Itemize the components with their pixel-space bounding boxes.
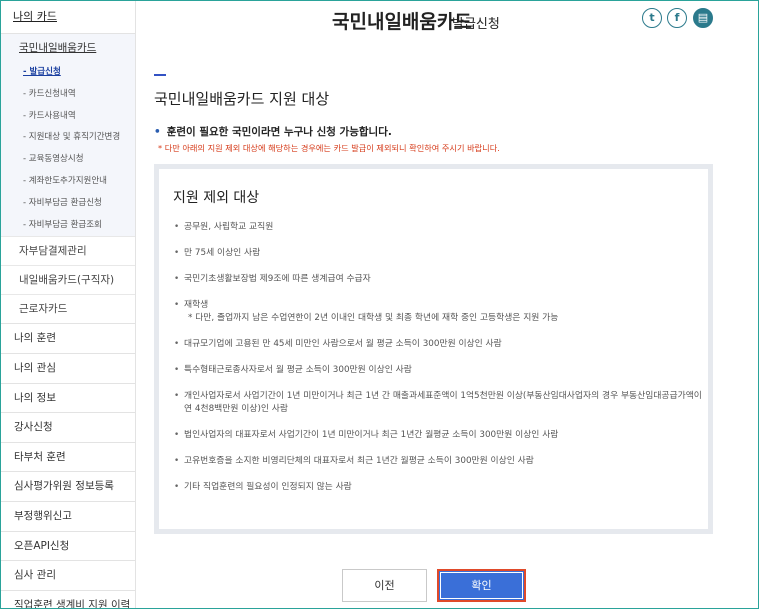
section-title: 국민내일배움카드 지원 대상 (154, 90, 330, 108)
sidebar-sub-item[interactable]: - 카드신청내역 (1, 84, 135, 106)
lead-text: • 훈련이 필요한 국민이라면 누구나 신청 가능합니다. (154, 124, 392, 139)
prev-button[interactable]: 이전 (342, 569, 427, 602)
bullet-icon: • (154, 126, 161, 138)
sidebar-item[interactable]: 부정행위신고 (1, 500, 135, 531)
page-title: 국민내일배움카드 (332, 11, 472, 33)
lead-text-content: 훈련이 필요한 국민이라면 누구나 신청 가능합니다. (166, 126, 392, 138)
sidebar-item[interactable]: 나의 훈련 (1, 323, 135, 353)
sidebar-item[interactable]: 직업훈련 생계비 지원 이력 (1, 589, 135, 609)
list-item-text: 공무원, 사립학교 교직원 (184, 222, 274, 232)
page-subtitle: 발급신청 (452, 17, 500, 32)
list-item-text: 대규모기업에 고용된 만 45세 미만인 사람으로서 월 평균 소득이 300만… (184, 339, 502, 349)
list-item: 국민기초생활보장법 제9조에 따른 생계급여 수급자 (174, 273, 704, 286)
sidebar-item[interactable]: 타부처 훈련 (1, 441, 135, 472)
list-item: 기타 직업훈련의 필요성이 인정되지 않는 사람 (174, 481, 704, 494)
sidebar-item[interactable]: 나의 정보 (1, 382, 135, 413)
list-item: 개인사업자로서 사업기간이 1년 미만이거나 최근 1년 간 매출과세표준액이 … (174, 390, 704, 416)
sidebar-item[interactable]: 오픈API신청 (1, 530, 135, 561)
sidebar-sub-item[interactable]: - 계좌한도추가지원안내 (1, 171, 135, 193)
list-item-text: 국민기초생활보장법 제9조에 따른 생계급여 수급자 (184, 274, 371, 284)
sidebar-sub-item[interactable]: - 카드사용내역 (1, 106, 135, 128)
sidebar-header-my-card[interactable]: 나의 카드 (1, 1, 135, 34)
exclusion-list: 공무원, 사립학교 교직원 만 75세 이상인 사람 국민기초생활보장법 제9조… (174, 221, 704, 507)
print-icon[interactable]: ▤ (693, 8, 713, 28)
sidebar-item-worker-card[interactable]: 근로자카드 (1, 294, 135, 323)
exclusion-box: 지원 제외 대상 공무원, 사립학교 교직원 만 75세 이상인 사람 국민기초… (154, 164, 713, 534)
list-item: 고유번호증을 소지한 비영리단체의 대표자로서 최근 1년간 월평균 소득이 3… (174, 455, 704, 468)
sidebar-item[interactable]: 심사 관리 (1, 560, 135, 590)
sidebar-item-self-payment[interactable]: 자부담결제관리 (1, 236, 135, 265)
exclusion-box-title: 지원 제외 대상 (173, 190, 260, 206)
sidebar-item-jobseeker-card[interactable]: 내일배움카드(구직자) (1, 265, 135, 294)
sidebar-sub-item-apply[interactable]: - 발급신청 (1, 62, 135, 84)
list-item-text: 고유번호증을 소지한 비영리단체의 대표자로서 최근 1년간 월평균 소득이 3… (184, 456, 534, 466)
sidebar-group-card: 국민내일배움카드 - 발급신청 - 카드신청내역 - 카드사용내역 - 지원대상… (1, 34, 135, 237)
list-item: 만 75세 이상인 사람 (174, 247, 704, 260)
list-item: 재학생 * 다만, 졸업까지 남은 수업연한이 2년 이내인 대학생 및 최종 학… (174, 299, 704, 325)
sidebar-sub-item[interactable]: - 자비부담금 환급조회 (1, 215, 135, 237)
twitter-icon[interactable]: t (642, 8, 662, 28)
sidebar-sub-item[interactable]: - 교육동영상시청 (1, 149, 135, 171)
list-item: 특수형태근로종사자로서 월 평균 소득이 300만원 이상인 사람 (174, 364, 704, 377)
list-item: 법인사업자의 대표자로서 사업기간이 1년 미만이거나 최근 1년간 월평균 소… (174, 429, 704, 442)
list-item-subtext: * 다만, 졸업까지 남은 수업연한이 2년 이내인 대학생 및 최종 학년에 … (188, 313, 559, 323)
list-item-text: 법인사업자의 대표자로서 사업기간이 1년 미만이거나 최근 1년간 월평균 소… (184, 430, 559, 440)
sidebar-item[interactable]: 심사평가위원 정보등록 (1, 471, 135, 501)
section-accent-bar (154, 74, 166, 76)
sidebar-group-title[interactable]: 국민내일배움카드 (1, 34, 135, 62)
list-item-text: 개인사업자로서 사업기간이 1년 미만이거나 최근 1년 간 매출과세표준액이 … (184, 391, 702, 414)
list-item: 공무원, 사립학교 교직원 (174, 221, 704, 234)
exclusion-note: * 다만 아래의 지원 제외 대상에 해당하는 경우에는 카드 발급이 제외되니… (158, 143, 500, 153)
facebook-icon[interactable]: f (667, 8, 687, 28)
list-item: 대규모기업에 고용된 만 45세 미만인 사람으로서 월 평균 소득이 300만… (174, 338, 704, 351)
sidebar-item[interactable]: 나의 관심 (1, 352, 135, 383)
sidebar-sub-item[interactable]: - 자비부담금 환급신청 (1, 193, 135, 215)
list-item-text: 기타 직업훈련의 필요성이 인정되지 않는 사람 (184, 482, 352, 492)
sidebar: 나의 카드 국민내일배움카드 - 발급신청 - 카드신청내역 - 카드사용내역 … (1, 1, 136, 609)
main-content: 국민내일배움카드 발급신청 t f ▤ 국민내일배움카드 지원 대상 • 훈련이 … (136, 0, 759, 611)
list-item-text: 특수형태근로종사자로서 월 평균 소득이 300만원 이상인 사람 (184, 365, 412, 375)
page-header: 국민내일배움카드 발급신청 t f ▤ (136, 5, 759, 35)
sidebar-item[interactable]: 강사신청 (1, 412, 135, 442)
sidebar-sub-item[interactable]: - 지원대상 및 휴직기간변경 (1, 127, 135, 149)
confirm-button[interactable]: 확인 (437, 569, 526, 602)
list-item-text: 재학생 (184, 300, 209, 310)
list-item-text: 만 75세 이상인 사람 (184, 248, 261, 258)
